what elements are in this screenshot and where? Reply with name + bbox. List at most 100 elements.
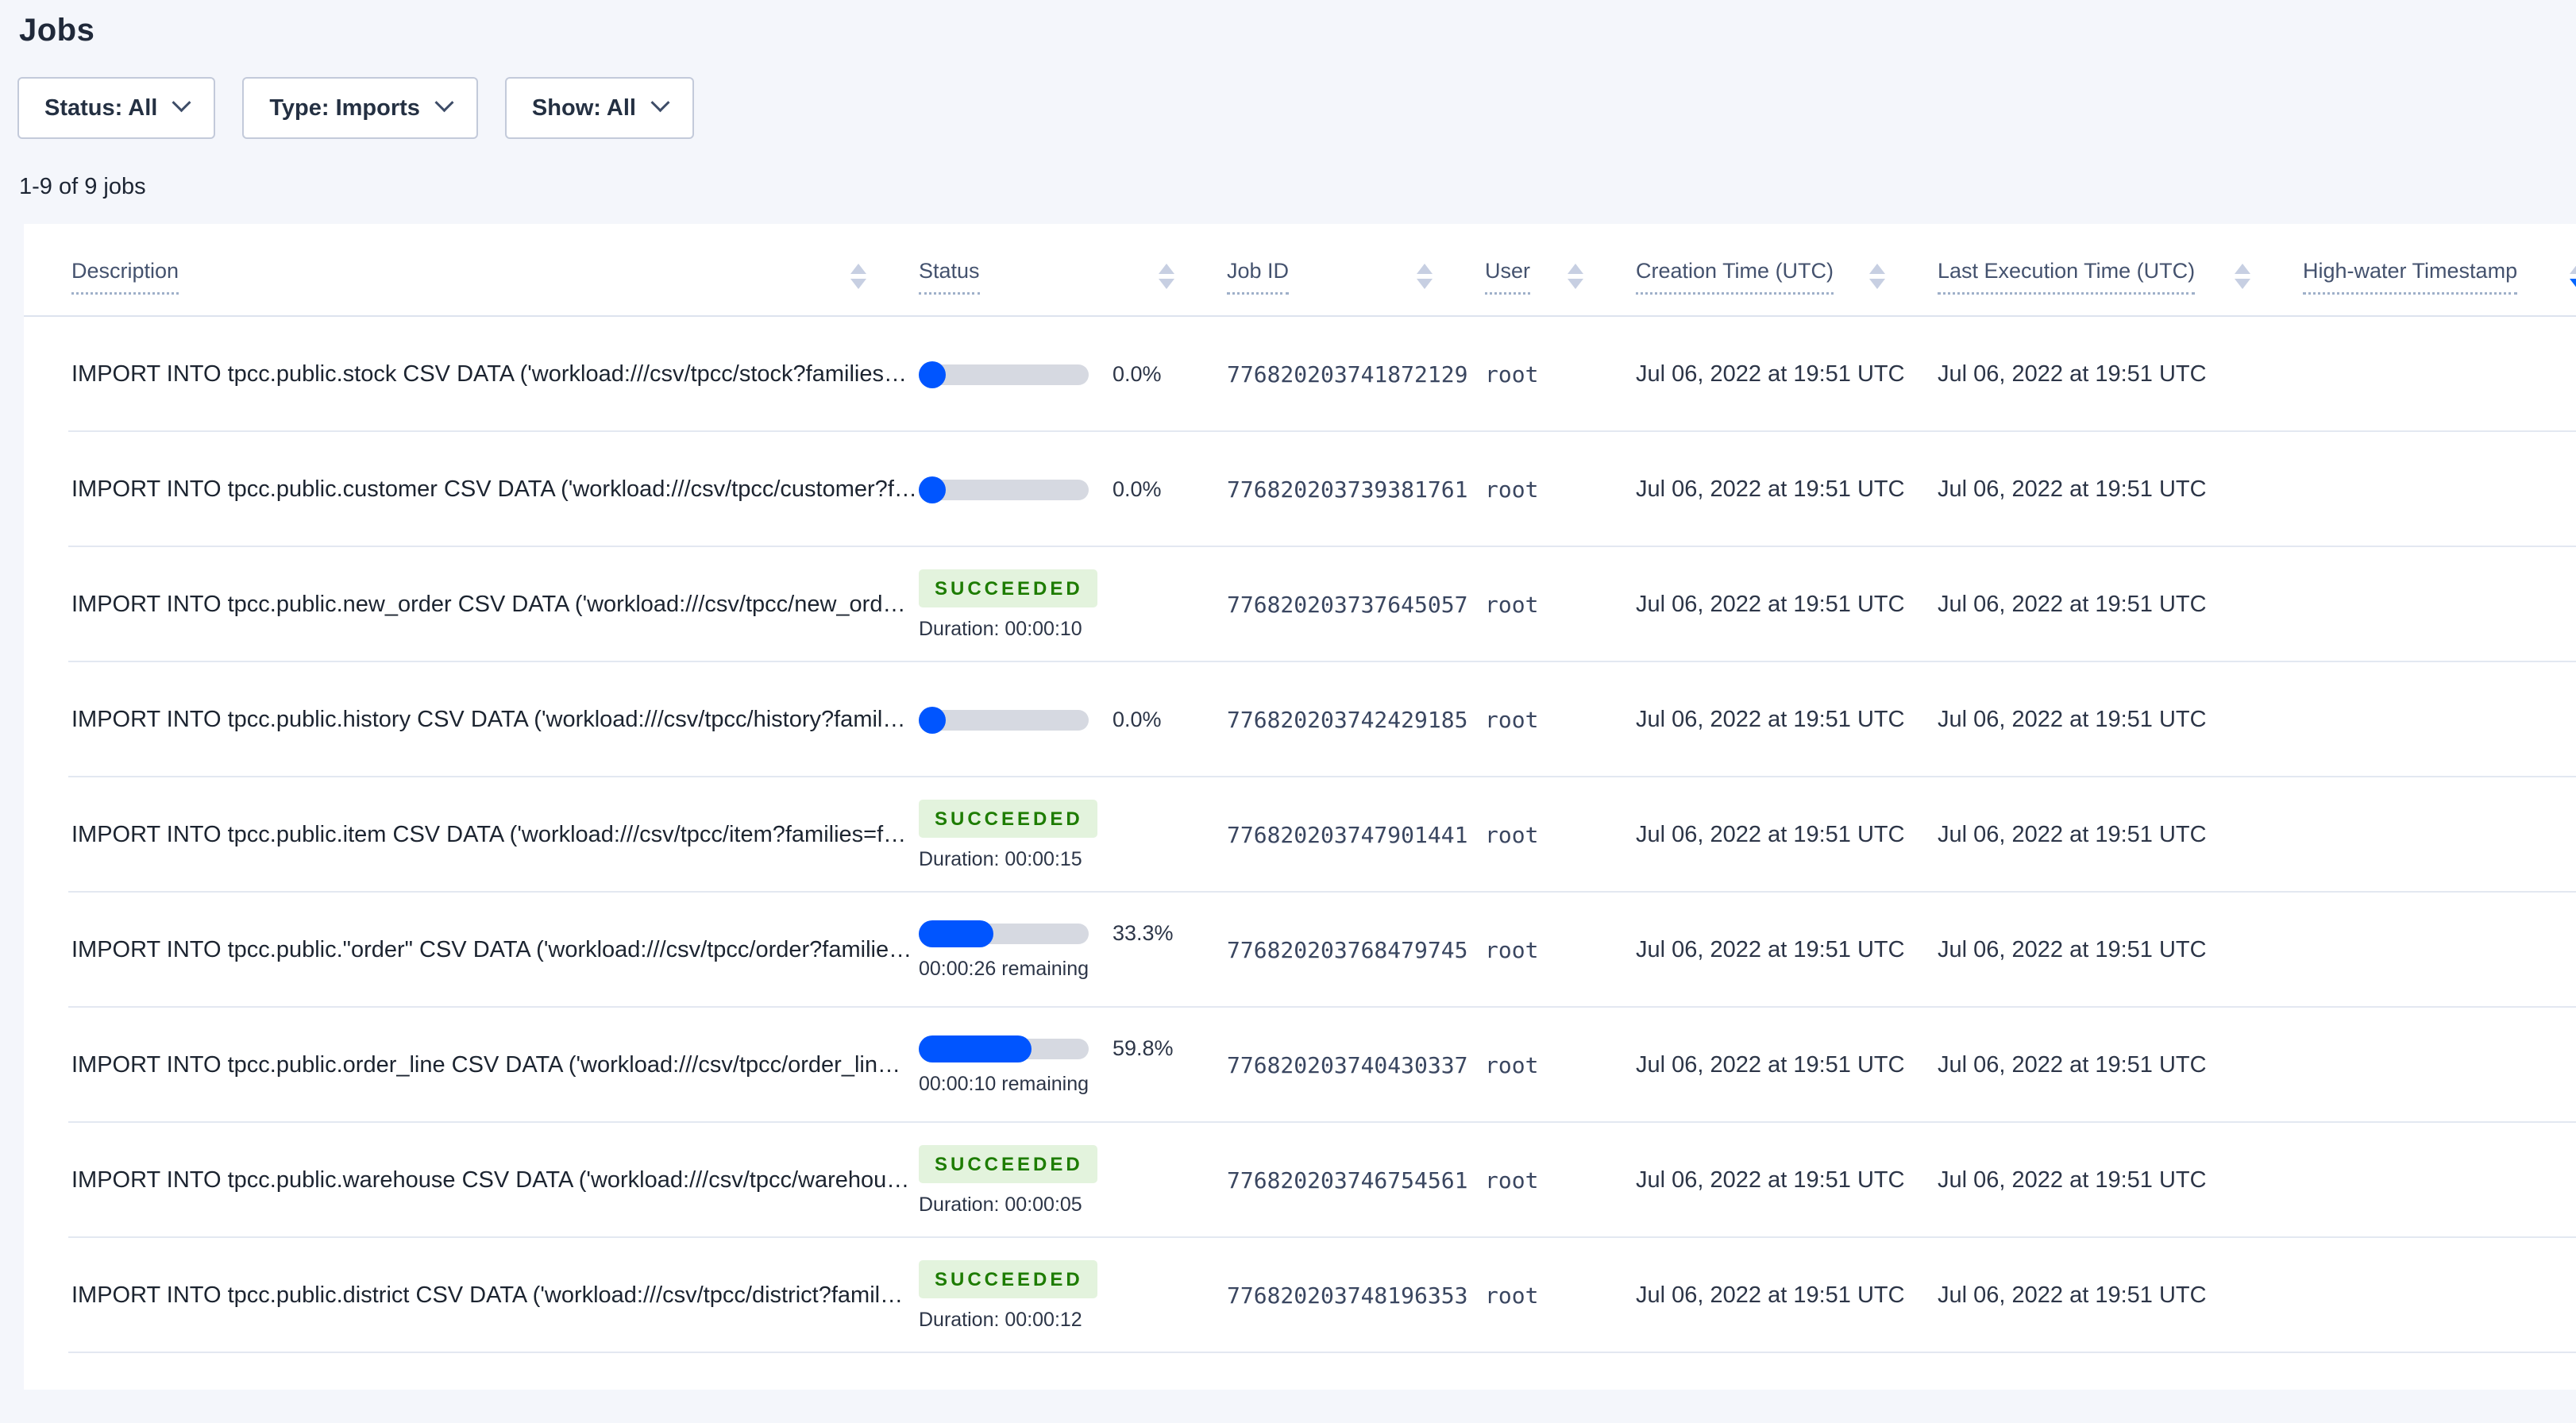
sort-down-icon <box>1869 279 1885 289</box>
job-last-execution-time: Jul 06, 2022 at 19:51 UTC <box>1938 1052 2207 1078</box>
job-description: IMPORT INTO tpcc.public.new_order CSV DA… <box>71 592 906 617</box>
sort-up-icon <box>2570 264 2576 274</box>
sort-down-icon <box>1417 279 1433 289</box>
job-last-execution-time: Jul 06, 2022 at 19:51 UTC <box>1938 822 2207 847</box>
job-status-cell: SUCCEEDED Duration: 00:00:15 <box>919 799 1227 871</box>
progress-bar <box>919 706 1089 734</box>
job-last-execution-time: Jul 06, 2022 at 19:51 UTC <box>1938 361 2207 387</box>
column-header-status[interactable]: Status <box>919 259 1227 295</box>
job-id: 776820203740430337 <box>1227 1052 1468 1078</box>
progress-fill <box>919 476 946 503</box>
column-header-label: High-water Timestamp <box>2303 259 2518 295</box>
job-user: root <box>1485 937 1539 963</box>
filter-dropdown-show[interactable]: Show: All <box>504 77 694 139</box>
job-creation-time: Jul 06, 2022 at 19:51 UTC <box>1636 1167 1905 1193</box>
table-row: IMPORT INTO tpcc.public.district CSV DAT… <box>24 1238 2576 1353</box>
job-description: IMPORT INTO tpcc.public.customer CSV DAT… <box>71 476 917 502</box>
table-row: IMPORT INTO tpcc.public.customer CSV DAT… <box>24 432 2576 547</box>
job-id: 776820203748196353 <box>1227 1282 1468 1309</box>
job-status-cell: SUCCEEDED Duration: 00:00:10 <box>919 569 1227 641</box>
job-creation-time: Jul 06, 2022 at 19:51 UTC <box>1636 1052 1905 1078</box>
sort-arrows-icon <box>1568 264 1583 289</box>
job-id: 776820203742429185 <box>1227 707 1468 733</box>
filter-dropdown-status[interactable]: Status: All <box>17 77 216 139</box>
job-creation-time: Jul 06, 2022 at 19:51 UTC <box>1636 476 1905 502</box>
job-id: 776820203768479745 <box>1227 937 1468 963</box>
chevron-down-icon <box>172 92 191 112</box>
column-header-last_execution_time[interactable]: Last Execution Time (UTC) <box>1938 259 2303 295</box>
filter-label: Show: All <box>531 94 636 121</box>
status-remaining: 00:00:10 remaining <box>919 1072 1089 1095</box>
progress-fill <box>919 706 946 734</box>
progress-bar <box>919 361 1089 388</box>
job-last-execution-time: Jul 06, 2022 at 19:51 UTC <box>1938 707 2207 732</box>
sort-arrows-icon <box>1159 264 1174 289</box>
table-header-row: Description Status Job ID User Creation Time… <box>24 224 2576 317</box>
job-description: IMPORT INTO tpcc.public.district CSV DAT… <box>71 1282 904 1308</box>
progress-percent: 0.0% <box>1113 477 1162 501</box>
column-header-user[interactable]: User <box>1485 259 1636 295</box>
job-id: 776820203747901441 <box>1227 822 1468 848</box>
job-description: IMPORT INTO tpcc.public.warehouse CSV DA… <box>71 1167 910 1193</box>
job-last-execution-time: Jul 06, 2022 at 19:51 UTC <box>1938 476 2207 502</box>
sort-up-icon <box>1417 264 1433 274</box>
chevron-down-icon <box>434 92 454 112</box>
job-user: root <box>1485 476 1539 503</box>
job-user: root <box>1485 707 1539 733</box>
status-duration: Duration: 00:00:10 <box>919 617 1082 640</box>
job-description: IMPORT INTO tpcc.public.item CSV DATA ('… <box>71 822 907 847</box>
progress-bar <box>919 1035 1089 1062</box>
column-header-label: Status <box>919 259 980 295</box>
job-description: IMPORT INTO tpcc.public.stock CSV DATA (… <box>71 361 907 387</box>
job-creation-time: Jul 06, 2022 at 19:51 UTC <box>1636 937 1905 962</box>
job-last-execution-time: Jul 06, 2022 at 19:51 UTC <box>1938 1167 2207 1193</box>
results-count: 1-9 of 9 jobs <box>19 174 146 199</box>
progress-bar <box>919 476 1089 503</box>
page-title: Jobs <box>19 13 95 48</box>
progress-percent: 0.0% <box>1113 708 1162 731</box>
table-body: IMPORT INTO tpcc.public.stock CSV DATA (… <box>24 317 2576 1353</box>
column-header-creation_time[interactable]: Creation Time (UTC) <box>1636 259 1938 295</box>
column-header-label: User <box>1485 259 1531 295</box>
table-row: IMPORT INTO tpcc.public.order_line CSV D… <box>24 1008 2576 1123</box>
status-badge: SUCCEEDED <box>919 569 1097 607</box>
chevron-down-icon <box>650 92 670 112</box>
table-row: IMPORT INTO tpcc.public.new_order CSV DA… <box>24 547 2576 662</box>
column-header-high_water[interactable]: High-water Timestamp <box>2303 259 2576 295</box>
progress-fill <box>919 361 946 388</box>
job-status-cell: SUCCEEDED Duration: 00:00:05 <box>919 1144 1227 1217</box>
progress-fill <box>919 920 993 947</box>
column-header-label: Creation Time (UTC) <box>1636 259 1834 295</box>
column-header-label: Job ID <box>1227 259 1290 295</box>
sort-arrows-icon <box>1417 264 1433 289</box>
table-row: IMPORT INTO tpcc.public.warehouse CSV DA… <box>24 1123 2576 1238</box>
sort-arrows-icon <box>850 264 866 289</box>
progress-percent: 59.8% <box>1113 1036 1174 1060</box>
column-header-job_id[interactable]: Job ID <box>1227 259 1485 295</box>
sort-up-icon <box>850 264 866 274</box>
filter-dropdown-type[interactable]: Type: Imports <box>242 77 478 139</box>
status-duration: Duration: 00:00:12 <box>919 1308 1082 1331</box>
status-remaining: 00:00:26 remaining <box>919 957 1089 980</box>
sort-down-icon <box>1568 279 1583 289</box>
status-badge: SUCCEEDED <box>919 1144 1097 1183</box>
job-user: root <box>1485 1052 1539 1078</box>
status-badge: SUCCEEDED <box>919 1259 1097 1298</box>
job-creation-time: Jul 06, 2022 at 19:51 UTC <box>1636 1282 1905 1308</box>
job-id: 776820203737645057 <box>1227 592 1468 618</box>
job-last-execution-time: Jul 06, 2022 at 19:51 UTC <box>1938 937 2207 962</box>
filter-label: Type: Imports <box>269 94 420 121</box>
job-creation-time: Jul 06, 2022 at 19:51 UTC <box>1636 592 1905 617</box>
job-description: IMPORT INTO tpcc.public.order_line CSV D… <box>71 1052 900 1078</box>
job-status-cell: SUCCEEDED Duration: 00:00:12 <box>919 1259 1227 1332</box>
sort-arrows-icon <box>2235 264 2250 289</box>
job-id: 776820203746754561 <box>1227 1167 1468 1194</box>
sort-down-icon <box>850 279 866 289</box>
column-header-description[interactable]: Description <box>24 259 919 295</box>
job-user: root <box>1485 822 1539 848</box>
sort-down-icon <box>2235 279 2250 289</box>
job-status-cell: 0.0% <box>919 361 1227 388</box>
status-badge: SUCCEEDED <box>919 799 1097 838</box>
job-user: root <box>1485 361 1539 388</box>
job-creation-time: Jul 06, 2022 at 19:51 UTC <box>1636 822 1905 847</box>
